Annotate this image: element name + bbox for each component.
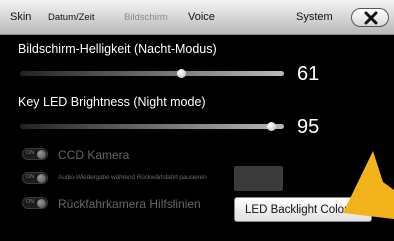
pointer-arrow-icon [343, 151, 394, 219]
settings-screen: Skin Datum/Zeit Bildschirm Voice System … [0, 0, 394, 241]
